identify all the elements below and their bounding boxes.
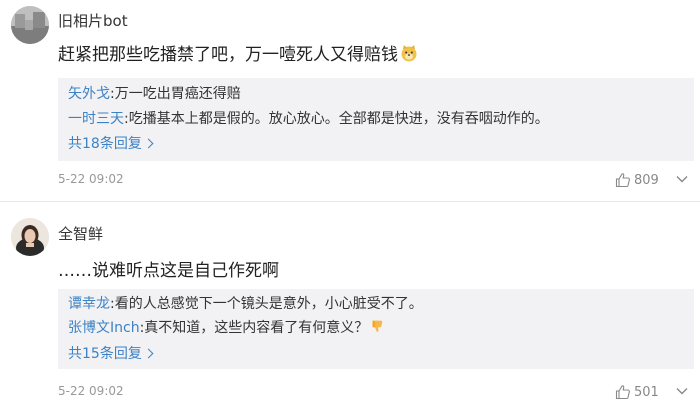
thumbs-down-emoji-icon bbox=[372, 320, 383, 332]
comment-meta: 5-22 09:02 809 bbox=[0, 170, 700, 190]
comment-meta: 5-22 09:02 501 bbox=[0, 382, 700, 402]
comment-text-body: 赶紧把那些吃播禁了吧，万一噎死人又得赔钱 bbox=[58, 45, 398, 65]
comment-text: 赶紧把那些吃播禁了吧，万一噎死人又得赔钱 bbox=[58, 40, 418, 65]
chevron-down-icon[interactable] bbox=[674, 383, 690, 399]
reply-username[interactable]: 矢外戈 bbox=[68, 86, 110, 102]
comment-text: ……说难听点这是自己作死啊 bbox=[58, 261, 279, 281]
reply-item: 张博文Inch:真不知道，这些内容看了有何意义？ bbox=[68, 317, 385, 337]
reply-item: 谭幸龙:看的人总感觉下一个镜头是意外，小心脏受不了。 bbox=[68, 293, 423, 313]
like-button[interactable]: 501 bbox=[615, 382, 659, 402]
like-count: 809 bbox=[634, 172, 659, 188]
comment-time: 5-22 09:02 bbox=[58, 172, 124, 186]
comment-time: 5-22 09:02 bbox=[58, 384, 124, 398]
reply-item: 一时三天:吃播基本上都是假的。放心放心。全部都是快进，没有吞咽动作的。 bbox=[68, 108, 549, 128]
avatar[interactable] bbox=[11, 6, 49, 44]
username[interactable]: 全智鲜 bbox=[58, 223, 103, 244]
reply-preview: 矢外戈:万一吃出胃癌还得赔 一时三天:吃播基本上都是假的。放心放心。全部都是快进… bbox=[58, 78, 694, 161]
chevron-right-icon bbox=[143, 138, 154, 149]
view-all-replies-link[interactable]: 共15条回复 bbox=[68, 343, 154, 363]
reply-text: :吃播基本上都是假的。放心放心。全部都是快进，没有吞咽动作的。 bbox=[124, 111, 549, 127]
like-button[interactable]: 809 bbox=[615, 170, 659, 190]
doge-emoji-icon bbox=[401, 45, 417, 62]
chevron-down-icon[interactable] bbox=[674, 171, 690, 187]
avatar[interactable] bbox=[11, 218, 49, 256]
view-all-replies-label: 共15条回复 bbox=[68, 346, 142, 362]
avatar-image bbox=[11, 218, 49, 256]
thumbs-up-icon bbox=[615, 173, 630, 188]
avatar-image bbox=[11, 6, 49, 44]
chevron-right-icon bbox=[143, 348, 154, 359]
reply-username[interactable]: 一时三天 bbox=[68, 111, 124, 127]
reply-preview: 谭幸龙:看的人总感觉下一个镜头是意外，小心脏受不了。 张博文Inch:真不知道，… bbox=[58, 289, 694, 369]
comment-item: 全智鲜 ……说难听点这是自己作死啊 谭幸龙:看的人总感觉下一个镜头是意外，小心脏… bbox=[0, 202, 700, 411]
reply-text: :看的人总感觉下一个镜头是意外，小心脏受不了。 bbox=[110, 296, 423, 312]
view-all-replies-link[interactable]: 共18条回复 bbox=[68, 133, 154, 153]
reply-text: :真不知道，这些内容看了有何意义？ bbox=[139, 320, 369, 336]
reply-text: :万一吃出胃癌还得赔 bbox=[110, 86, 241, 102]
view-all-replies-label: 共18条回复 bbox=[68, 136, 142, 152]
reply-username[interactable]: 张博文Inch bbox=[68, 320, 140, 336]
reply-item: 矢外戈:万一吃出胃癌还得赔 bbox=[68, 83, 241, 103]
comment-item: 旧相片bot 赶紧把那些吃播禁了吧，万一噎死人又得赔钱 矢外戈:万一吃出胃癌还得… bbox=[0, 0, 700, 202]
reply-username[interactable]: 谭幸龙 bbox=[68, 296, 110, 312]
like-count: 501 bbox=[634, 384, 659, 400]
username[interactable]: 旧相片bot bbox=[58, 10, 128, 31]
thumbs-up-icon bbox=[615, 385, 630, 400]
